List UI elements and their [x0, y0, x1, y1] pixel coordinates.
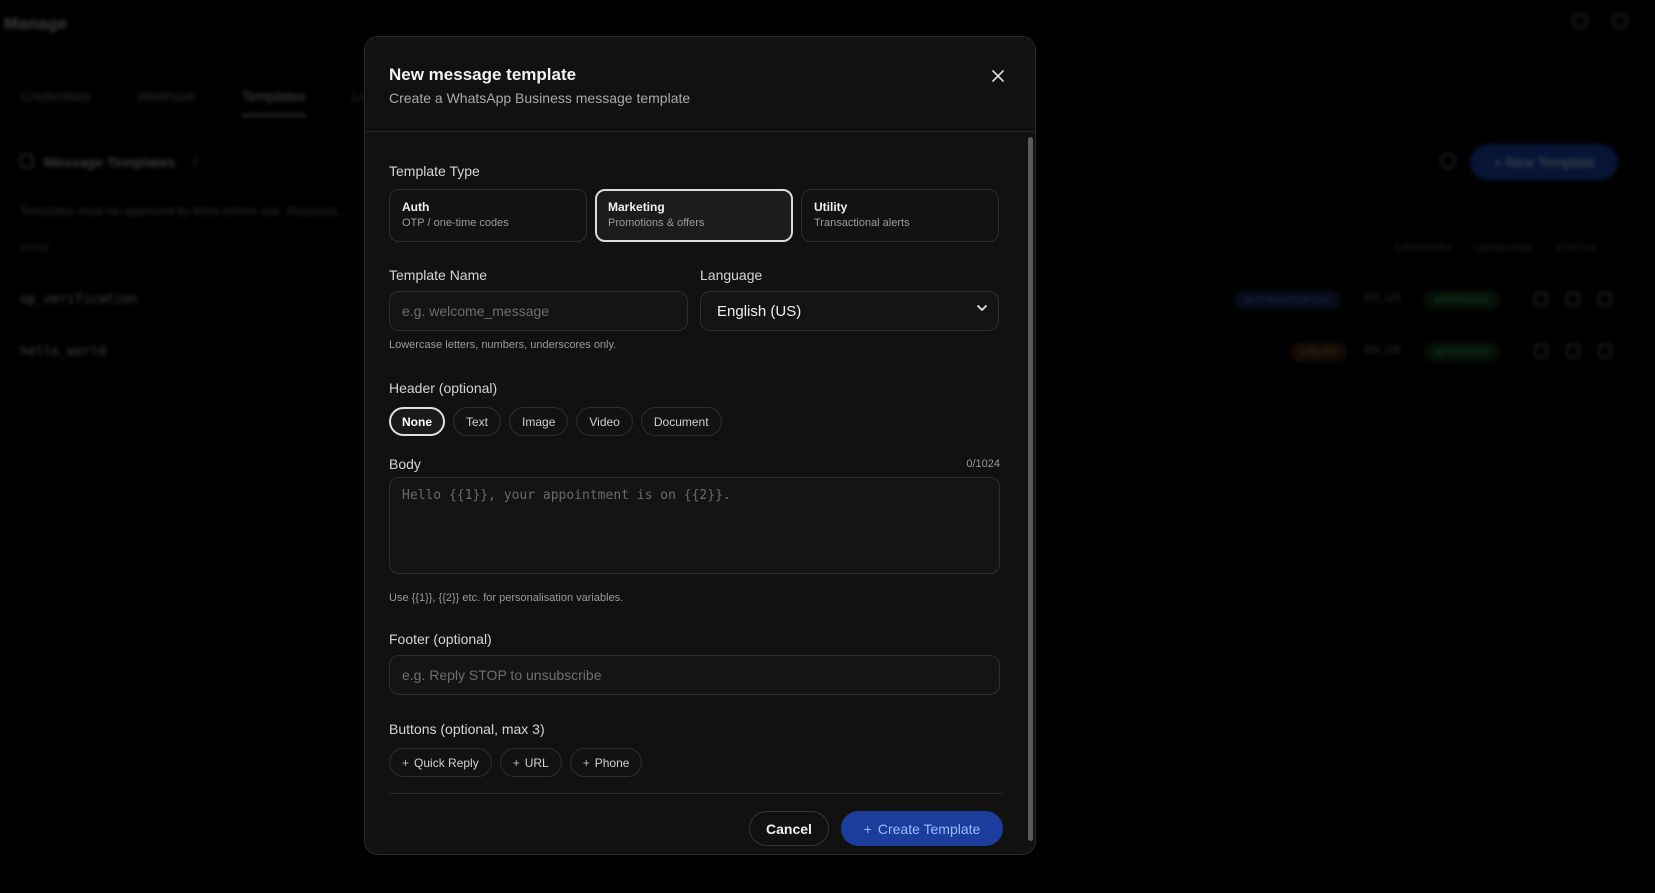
header-label: Header (optional) — [389, 380, 498, 396]
new-template-modal: New message template Create a WhatsApp B… — [364, 36, 1036, 855]
header-option-image[interactable]: Image — [509, 407, 569, 436]
modal-title: New message template — [389, 65, 577, 84]
body-char-counter: 0/1024 — [966, 458, 1000, 470]
body-textarea[interactable] — [389, 477, 1000, 574]
modal-header: New message template Create a WhatsApp B… — [365, 37, 1035, 132]
tab-credentials: Credentials — [20, 88, 91, 104]
type-option-desc: Promotions & offers — [608, 217, 705, 229]
template-count: 2 — [192, 154, 199, 168]
plus-icon: + — [512, 755, 520, 770]
add-url-button[interactable]: + URL — [499, 748, 562, 777]
close-icon — [992, 70, 1004, 82]
section-title: Message Templates — [44, 154, 176, 170]
template-name-cell: hello_world — [20, 344, 107, 359]
scrollbar-thumb[interactable] — [1028, 137, 1033, 841]
column-header-status: STATUS — [1556, 243, 1597, 254]
add-quick-reply-button[interactable]: + Quick Reply — [389, 748, 492, 777]
templates-icon — [20, 154, 34, 168]
add-button-label: Quick Reply — [414, 755, 479, 770]
tab-webhook: Webhook — [136, 88, 196, 104]
approval-note: Templates must be approved by Meta befor… — [20, 204, 348, 218]
app-title: Manage — [4, 14, 68, 33]
close-button[interactable] — [987, 65, 1009, 87]
footer-label: Footer (optional) — [389, 631, 492, 647]
template-name-hint: Lowercase letters, numbers, underscores … — [389, 339, 617, 351]
header-option-text[interactable]: Text — [453, 407, 502, 436]
header-type-group: None Text Image Video Document — [389, 407, 722, 436]
type-option-title: Utility — [814, 200, 848, 214]
type-option-utility[interactable]: Utility Transactional alerts — [801, 189, 999, 242]
edit-icon — [1566, 344, 1580, 358]
cancel-button[interactable]: Cancel — [749, 811, 829, 846]
language-label: Language — [700, 267, 763, 283]
add-button-label: URL — [524, 755, 549, 770]
buttons-label: Buttons (optional, max 3) — [389, 721, 545, 737]
modal-scrollbar[interactable] — [1026, 133, 1034, 845]
language-select[interactable]: English (US) — [700, 291, 999, 331]
body-label: Body — [389, 456, 421, 472]
plus-icon: + — [863, 820, 872, 837]
footer-input[interactable] — [389, 655, 1000, 695]
edit-icon — [1566, 292, 1580, 306]
category-badge: AUTHENTICATION — [1234, 290, 1342, 310]
plus-icon: + — [402, 755, 410, 770]
template-name-input[interactable] — [389, 291, 688, 331]
category-badge: UTILITY — [1290, 342, 1348, 362]
new-template-button: + New Template — [1470, 144, 1618, 180]
type-option-marketing[interactable]: Marketing Promotions & offers — [595, 189, 793, 242]
view-icon — [1534, 292, 1548, 306]
language-cell: EN_US — [1364, 292, 1401, 304]
header-option-none[interactable]: None — [389, 407, 445, 436]
actions-divider — [389, 793, 1003, 794]
tab-bar: Credentials Webhook Templates Live — [20, 88, 377, 116]
delete-icon — [1598, 292, 1612, 306]
view-icon — [1534, 344, 1548, 358]
create-template-label: Create Template — [877, 820, 981, 837]
type-option-desc: OTP / one-time codes — [402, 217, 509, 229]
column-header-category: CATEGORY — [1394, 243, 1454, 254]
template-name-label: Template Name — [389, 267, 488, 283]
type-option-title: Marketing — [608, 200, 665, 214]
type-option-auth[interactable]: Auth OTP / one-time codes — [389, 189, 587, 242]
type-option-desc: Transactional alerts — [814, 217, 910, 229]
header-option-document[interactable]: Document — [640, 407, 722, 436]
settings-icon — [1612, 13, 1628, 29]
add-phone-button[interactable]: + Phone — [569, 748, 643, 777]
template-type-label: Template Type — [389, 163, 480, 179]
column-header-language: LANGUAGE — [1474, 243, 1534, 254]
refresh-icon — [1440, 153, 1456, 169]
body-hint: Use {{1}}, {{2}} etc. for personalisatio… — [389, 592, 624, 604]
notifications-icon — [1572, 13, 1588, 29]
header-option-video[interactable]: Video — [576, 407, 633, 436]
create-template-button[interactable]: + Create Template — [841, 811, 1003, 846]
type-option-title: Auth — [402, 200, 430, 214]
tab-templates: Templates — [241, 88, 306, 116]
language-select-value: English (US) — [717, 303, 802, 320]
add-button-group: + Quick Reply + URL + Phone — [389, 748, 643, 777]
column-header-name: NAME — [20, 243, 51, 254]
delete-icon — [1598, 344, 1612, 358]
plus-icon: + — [582, 755, 590, 770]
add-button-label: Phone — [594, 755, 630, 770]
status-badge: APPROVED — [1424, 290, 1500, 310]
template-name-cell: op_verification — [20, 292, 138, 307]
language-cell: EN_US — [1364, 344, 1401, 356]
chevron-down-icon — [977, 305, 987, 311]
status-badge: APPROVED — [1424, 342, 1500, 362]
modal-subtitle: Create a WhatsApp Business message templ… — [389, 90, 691, 106]
